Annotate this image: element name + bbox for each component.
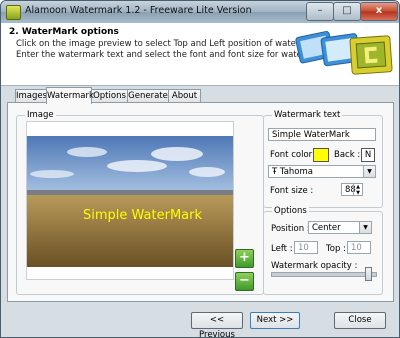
image-group-label: Image (25, 110, 56, 120)
title-bar[interactable]: Alamoon Watermark 1.2 - Freeware Lite Ve… (1, 1, 399, 23)
font-color-swatch[interactable] (313, 148, 329, 162)
step-title: 2. WaterMark options (9, 27, 119, 37)
watermark-text-label: Watermark text (272, 110, 343, 120)
watermark-overlay-text: Simple WaterMark (83, 208, 203, 223)
image-preview[interactable]: Simple WaterMark (26, 121, 234, 280)
font-size-label: Font size : (270, 186, 314, 196)
opacity-slider-thumb[interactable] (365, 267, 373, 281)
opacity-slider-track[interactable] (271, 272, 377, 277)
tab-about[interactable]: About (168, 89, 201, 103)
previous-button[interactable]: << Previous (191, 312, 243, 337)
close-button[interactable]: Close (334, 312, 386, 329)
font-size-stepper[interactable]: 88 ▲ ▼ (341, 183, 363, 196)
options-label: Options (272, 206, 309, 216)
left-label: Left : (271, 244, 293, 254)
back-color-toggle[interactable]: N (361, 148, 375, 162)
tab-generate[interactable]: Generate (127, 89, 169, 103)
tab-images[interactable]: Images (15, 89, 47, 103)
preview-photo (27, 122, 233, 279)
zoom-in-button[interactable]: + (235, 249, 254, 268)
top-input[interactable]: 10 (347, 241, 371, 254)
font-select[interactable]: Ŧ Tahoma ▼ (268, 165, 376, 178)
close-window-button[interactable]: x (360, 2, 398, 21)
left-input[interactable]: 10 (294, 241, 318, 254)
app-window: Alamoon Watermark 1.2 - Freeware Lite Ve… (0, 0, 400, 338)
top-label: Top : (326, 244, 346, 254)
window-title: Alamoon Watermark 1.2 - Freeware Lite Ve… (25, 5, 252, 16)
position-label: Position : (271, 224, 310, 234)
step-description: Click on the image preview to select Top… (16, 39, 330, 60)
watermark-text-input[interactable]: Simple WaterMark (268, 128, 376, 141)
spin-arrows-icon[interactable]: ▲ ▼ (353, 184, 362, 196)
minimize-button[interactable]: – (306, 2, 334, 21)
app-icon (6, 5, 21, 20)
zoom-out-button[interactable]: − (235, 272, 254, 291)
chevron-down-icon: ▼ (359, 222, 371, 233)
back-label: Back : (334, 150, 361, 160)
opacity-label: Watermark opacity : (271, 261, 358, 271)
font-name: Tahoma (279, 167, 313, 177)
position-value: Center (312, 223, 341, 233)
tab-watermark[interactable]: Watermark (46, 87, 94, 104)
chevron-down-icon: ▼ (363, 166, 375, 177)
font-icon: Ŧ (272, 167, 278, 177)
maximize-button[interactable]: □ (333, 2, 361, 21)
wizard-header: 2. WaterMark options Click on the image … (1, 23, 399, 86)
next-button[interactable]: Next >> (250, 312, 300, 329)
tab-options[interactable]: Options (91, 89, 128, 103)
position-select[interactable]: Center ▼ (308, 221, 372, 234)
font-color-label: Font color : (270, 150, 318, 160)
app-logo (295, 31, 393, 75)
